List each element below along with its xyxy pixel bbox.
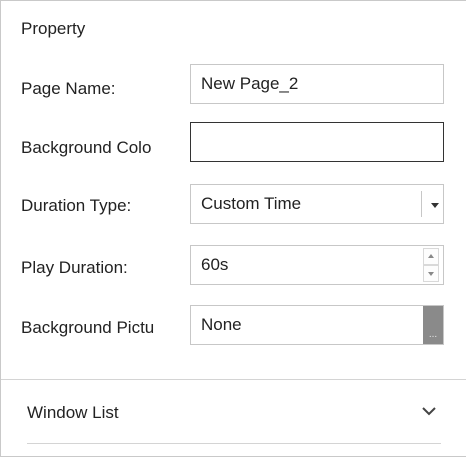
spin-down-button[interactable] bbox=[423, 265, 439, 282]
caret-up-icon bbox=[428, 254, 434, 258]
page-name-label: Page Name: bbox=[21, 79, 116, 98]
section-divider bbox=[1, 379, 466, 380]
duration-type-dropdown[interactable]: Custom Time bbox=[190, 184, 444, 224]
window-list-header[interactable]: Window List bbox=[27, 403, 119, 423]
chevron-down-icon[interactable] bbox=[419, 401, 439, 421]
spinner-buttons bbox=[419, 246, 443, 284]
play-duration-spinner[interactable]: 60s bbox=[190, 245, 444, 285]
page-name-value: New Page_2 bbox=[201, 74, 299, 93]
property-panel: Property Page Name: New Page_2 Backgroun… bbox=[0, 0, 466, 457]
background-picture-label: Background Pictu bbox=[21, 318, 155, 337]
panel-title: Property bbox=[21, 19, 86, 38]
background-picture-value: None bbox=[201, 315, 242, 334]
dropdown-arrow-icon[interactable] bbox=[431, 203, 439, 208]
play-duration-value: 60s bbox=[201, 255, 229, 274]
caret-down-icon bbox=[428, 272, 434, 276]
browse-button[interactable]: ... bbox=[423, 306, 443, 344]
ellipsis-icon: ... bbox=[428, 329, 438, 340]
duration-type-label: Duration Type: bbox=[21, 196, 132, 215]
duration-type-value: Custom Time bbox=[201, 194, 302, 213]
page-name-input[interactable]: New Page_2 bbox=[190, 64, 444, 104]
background-color-picker[interactable] bbox=[190, 122, 444, 162]
dropdown-separator bbox=[421, 191, 422, 217]
background-picture-input[interactable]: None ... bbox=[190, 305, 444, 345]
background-color-label: Background Colo bbox=[21, 138, 152, 157]
play-duration-label: Play Duration: bbox=[21, 258, 128, 277]
spin-up-button[interactable] bbox=[423, 248, 439, 265]
section-divider-bottom bbox=[27, 443, 441, 444]
